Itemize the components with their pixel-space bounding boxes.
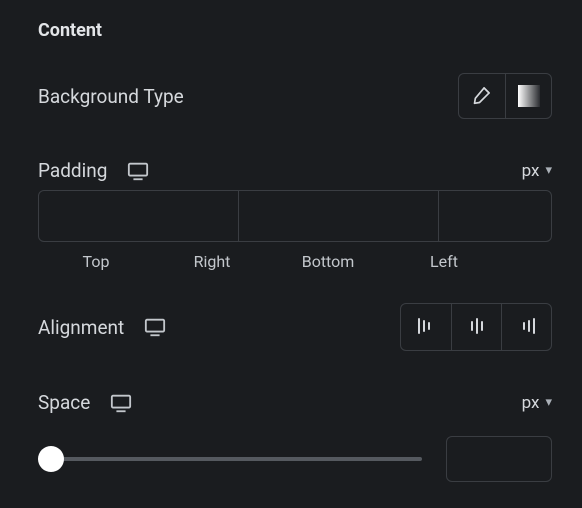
alignment-label-wrap: Alignment <box>38 316 166 339</box>
padding-inputs <box>38 190 552 242</box>
align-center-icon <box>467 316 487 339</box>
desktop-icon[interactable] <box>144 317 166 337</box>
gradient-icon <box>518 85 540 107</box>
alignment-label: Alignment <box>38 316 124 339</box>
padding-label-wrap: Padding <box>38 159 149 182</box>
align-right-icon <box>517 316 537 339</box>
padding-side-labels: Top Right Bottom Left <box>38 252 552 271</box>
padding-right-input[interactable] <box>239 191 439 241</box>
chevron-down-icon: ▾ <box>545 163 552 178</box>
chevron-down-icon: ▾ <box>545 395 552 410</box>
space-slider-row <box>38 436 552 482</box>
space-slider[interactable] <box>38 447 422 471</box>
padding-top-input[interactable] <box>39 191 239 241</box>
brush-icon <box>472 85 492 108</box>
padding-right-label: Right <box>154 252 270 271</box>
space-value-input[interactable] <box>446 436 552 482</box>
padding-bottom-input[interactable] <box>439 191 582 241</box>
slider-thumb[interactable] <box>38 446 64 472</box>
background-type-group <box>458 73 552 119</box>
padding-row: Padding px ▾ <box>38 159 552 182</box>
alignment-group <box>400 303 552 351</box>
background-gradient-button[interactable] <box>505 74 551 118</box>
space-unit-value: px <box>522 393 540 413</box>
desktop-icon[interactable] <box>110 393 132 413</box>
padding-bottom-label: Bottom <box>270 252 386 271</box>
align-left-icon <box>416 316 436 339</box>
background-type-label: Background Type <box>38 85 184 108</box>
padding-unit-select[interactable]: px ▾ <box>522 161 552 181</box>
align-right-button[interactable] <box>501 304 551 350</box>
padding-unit-value: px <box>522 161 540 181</box>
background-classic-button[interactable] <box>459 74 505 118</box>
align-center-button[interactable] <box>451 304 501 350</box>
padding-left-label: Left <box>386 252 502 271</box>
alignment-row: Alignment <box>38 303 552 351</box>
section-title: Content <box>38 20 552 41</box>
background-type-row: Background Type <box>38 73 552 119</box>
space-row: Space px ▾ <box>38 391 552 414</box>
align-left-button[interactable] <box>401 304 451 350</box>
slider-track <box>38 457 422 461</box>
padding-top-label: Top <box>38 252 154 271</box>
space-label: Space <box>38 391 90 414</box>
desktop-icon[interactable] <box>127 161 149 181</box>
space-label-wrap: Space <box>38 391 132 414</box>
spacer <box>502 252 552 271</box>
padding-label: Padding <box>38 159 107 182</box>
space-unit-select[interactable]: px ▾ <box>522 393 552 413</box>
